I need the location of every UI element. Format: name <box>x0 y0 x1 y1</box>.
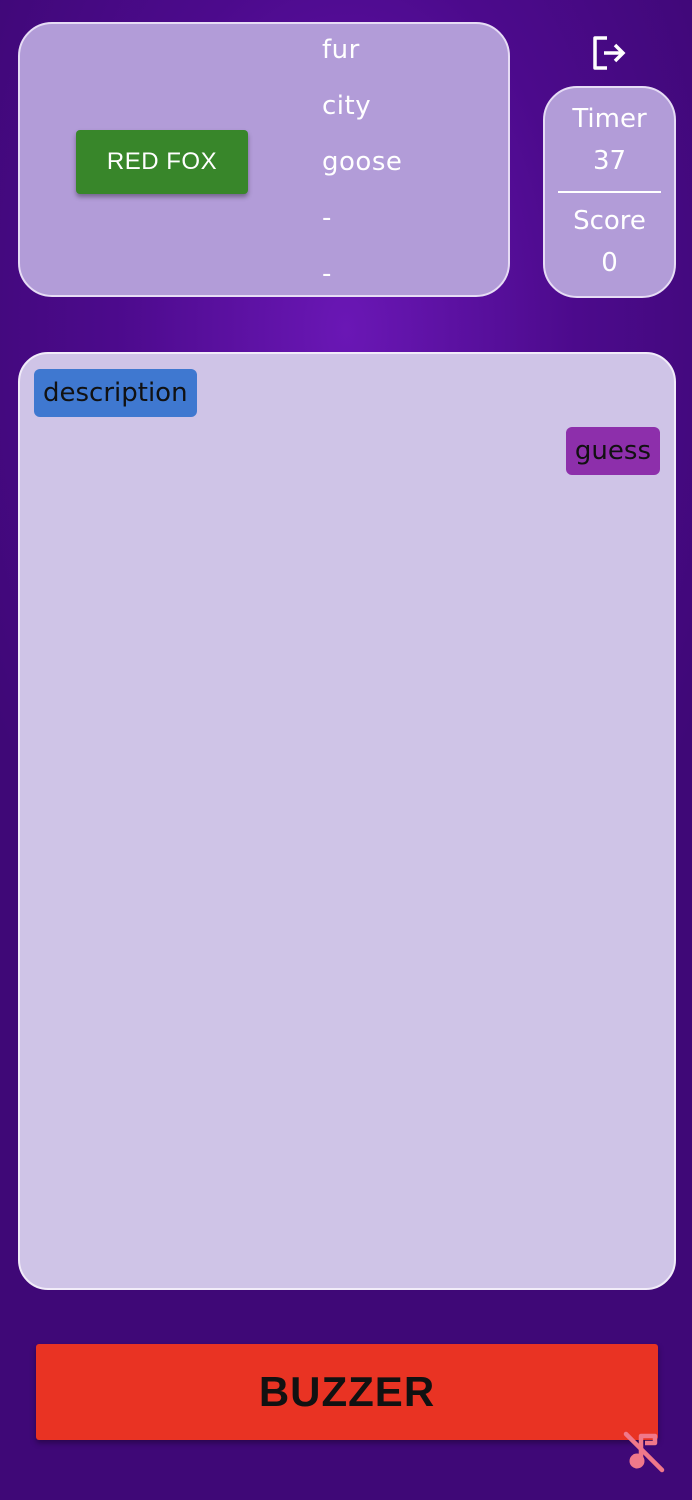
stats-panel: Timer 37 Score 0 <box>543 86 676 298</box>
exit-icon[interactable] <box>590 33 630 73</box>
stats-divider <box>558 191 661 193</box>
score-value: 0 <box>601 248 618 278</box>
taboo-word: fur <box>322 35 360 65</box>
target-word: RED FOX <box>76 130 248 194</box>
taboo-word-list: fur city goose - - <box>322 24 402 304</box>
taboo-word: goose <box>322 147 403 177</box>
music-off-icon[interactable] <box>620 1428 668 1476</box>
taboo-word: - <box>322 259 332 289</box>
description-message: description <box>34 369 197 417</box>
message-area[interactable]: description guess <box>18 352 676 1290</box>
buzzer-button[interactable]: BUZZER <box>36 1344 658 1440</box>
score-label: Score <box>573 206 646 236</box>
timer-value: 37 <box>592 146 627 176</box>
taboo-word: city <box>322 91 372 121</box>
guess-message: guess <box>565 427 660 475</box>
word-card: RED FOX fur city goose - - <box>18 22 510 297</box>
taboo-word: - <box>322 203 332 233</box>
timer-label: Timer <box>572 104 647 134</box>
